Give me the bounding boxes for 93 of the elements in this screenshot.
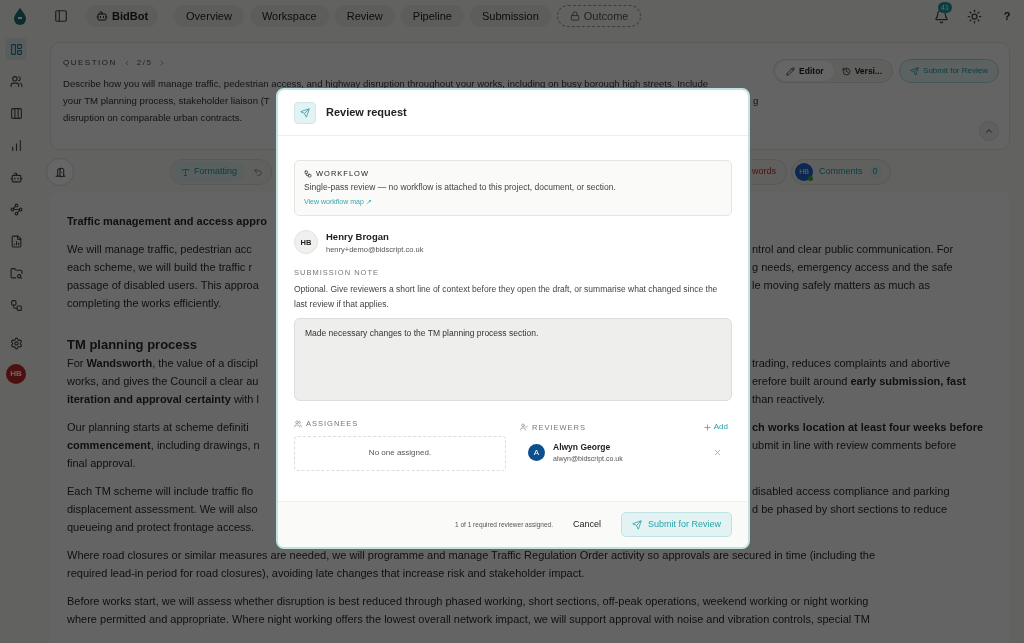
text-line: ntrol and clear public communication. For xyxy=(752,242,954,257)
word-count: words xyxy=(752,165,777,179)
file-chart-icon xyxy=(9,234,23,248)
text-icon xyxy=(181,167,190,177)
text-line: displacement assessment. We will also xyxy=(67,502,258,517)
assignees-empty: No one assigned. xyxy=(294,435,506,471)
send-icon xyxy=(910,66,920,76)
user-check-icon xyxy=(520,423,528,432)
text-line: iteration and approval certainty with l xyxy=(67,392,259,407)
undo-icon[interactable] xyxy=(253,167,263,177)
text-line: For Wandsworth, the value of a discipl xyxy=(67,356,258,371)
text-line: each scheme, we will build the traffic r xyxy=(67,260,253,275)
notification-icon[interactable] xyxy=(934,8,949,24)
reviewer-avatar: A xyxy=(528,444,545,462)
theme-icon[interactable] xyxy=(967,8,982,24)
question-label: QUESTION xyxy=(63,57,117,69)
remove-icon[interactable] xyxy=(713,448,722,458)
robot-icon xyxy=(9,170,23,184)
folder-search-icon xyxy=(9,266,23,280)
text-line: d be phased by short sections to reduce xyxy=(752,502,948,517)
layout-icon xyxy=(9,42,23,56)
reviewer-name: Alwyn George xyxy=(553,441,612,454)
text-line: le moving safely matters as much as xyxy=(752,278,930,293)
plus-icon xyxy=(702,422,712,432)
workflow-icon xyxy=(304,169,312,178)
text-line: g needs, emergency access and the safe xyxy=(752,260,953,275)
dialog-title: Review request xyxy=(326,105,407,121)
bar-chart-icon xyxy=(9,138,23,152)
text-line: g xyxy=(753,94,760,108)
comments-label: Comments xyxy=(819,165,863,179)
formatting-button[interactable]: Formatting xyxy=(173,162,245,182)
text-line: queueing and protect frontage access. xyxy=(67,520,255,535)
nav-tab[interactable]: Review xyxy=(334,5,395,27)
chevron-up-icon xyxy=(984,126,994,136)
nav-tab[interactable]: Pipeline xyxy=(400,5,464,27)
user-avatar[interactable]: HB xyxy=(6,364,26,384)
workflow-text: Single-pass review — no workflow is attached to this project, document, or section. xyxy=(304,181,617,194)
text-line: disruption on comparable urban contracts. xyxy=(63,111,243,125)
paper-plane-icon xyxy=(631,519,642,530)
text-line: trading, reduces complaints and abortive xyxy=(752,356,951,371)
cancel-button[interactable]: Cancel xyxy=(566,512,607,537)
submitter-name: Henry Brogan xyxy=(326,229,390,244)
text-line: erefore built around early submission, fast xyxy=(752,374,966,389)
comments-count: 0 xyxy=(868,165,882,179)
collapse-button[interactable] xyxy=(979,121,999,141)
text-line: Our planning starts at scheme definiti xyxy=(67,420,249,435)
text-line: We will manage traffic, pedestrian acc xyxy=(67,242,252,257)
workflow-icon xyxy=(9,298,23,312)
nav-tab[interactable]: Workspace xyxy=(249,5,329,27)
lock-icon xyxy=(569,11,580,21)
brand-pill[interactable]: BidBot xyxy=(86,5,159,27)
nav-tab[interactable]: Submission xyxy=(469,5,551,27)
note-help: Optional. Give reviewers a short line of context before they open the draft, or summarise what changed since the last review if that applies. xyxy=(294,283,719,312)
brand-name: BidBot xyxy=(112,8,149,24)
note-field[interactable]: Made necessary changes to the TM planning process section. xyxy=(294,318,732,402)
users-icon xyxy=(9,74,23,88)
graph-icon xyxy=(9,202,23,216)
text-line: commencement, including drawings, n xyxy=(67,438,260,453)
text-line: Traffic management and access appro xyxy=(67,214,267,229)
text-line: final approval. xyxy=(67,456,136,471)
logo-icon[interactable] xyxy=(12,7,28,25)
text-line: works, and gives the Council a clear au xyxy=(67,374,259,389)
columns-icon xyxy=(9,106,23,120)
door-icon xyxy=(54,166,66,178)
submit-button[interactable]: Submit for Review xyxy=(620,512,732,537)
nav-tab[interactable]: Overview xyxy=(174,5,244,27)
users-icon xyxy=(294,419,302,428)
exit-button[interactable] xyxy=(46,158,74,186)
editor-button[interactable]: Editor xyxy=(776,61,834,81)
paper-plane-icon xyxy=(300,107,310,118)
text-line: TM planning process xyxy=(67,336,197,354)
text-line: disabled access compliance and parking xyxy=(752,484,950,499)
text-line: completing the works efficiently. xyxy=(67,296,222,311)
submit-review-button[interactable]: Submit for Review xyxy=(899,59,999,83)
help-button[interactable]: ? xyxy=(1000,7,1014,25)
versions-button[interactable]: Versi... xyxy=(833,61,891,81)
sidebar-toggle-icon[interactable] xyxy=(54,9,68,23)
history-icon xyxy=(841,66,851,76)
sidebar-item[interactable] xyxy=(5,38,27,60)
add-button[interactable]: Add xyxy=(702,421,728,434)
text-line: ch works location at least four weeks before xyxy=(752,420,984,435)
text-line: Where road closures or similar measures are needed, we will programme and manage Traffic Regulation Order activity so approvals are secured in time (including the xyxy=(67,548,876,563)
text-line: than reactively. xyxy=(752,392,826,407)
text-line: where permitted and appropriate. Where night working offers the lowest overall network impact, we will support approval with noise and vibration controls, special TM xyxy=(67,612,870,627)
text-line: required lead-in period for road closures), avoiding late changes that increase risk and stakeholder impact. xyxy=(67,566,585,581)
pencil-icon xyxy=(786,66,796,76)
text-line: ubmit in line with review comments before xyxy=(752,438,957,453)
text-line: your TM planning process, stakeholder liaison (T xyxy=(63,94,270,108)
settings-icon xyxy=(9,336,23,350)
robot-icon xyxy=(96,10,108,22)
text-line: passage of disabled users. This approa xyxy=(67,278,259,293)
text-line: Before works start, we will assess whether disruption is best reduced through phased working, short sections, off-peak operations, weekend working or night working xyxy=(67,594,869,609)
text-line: Each TM scheme will include traffic flo xyxy=(67,484,254,499)
